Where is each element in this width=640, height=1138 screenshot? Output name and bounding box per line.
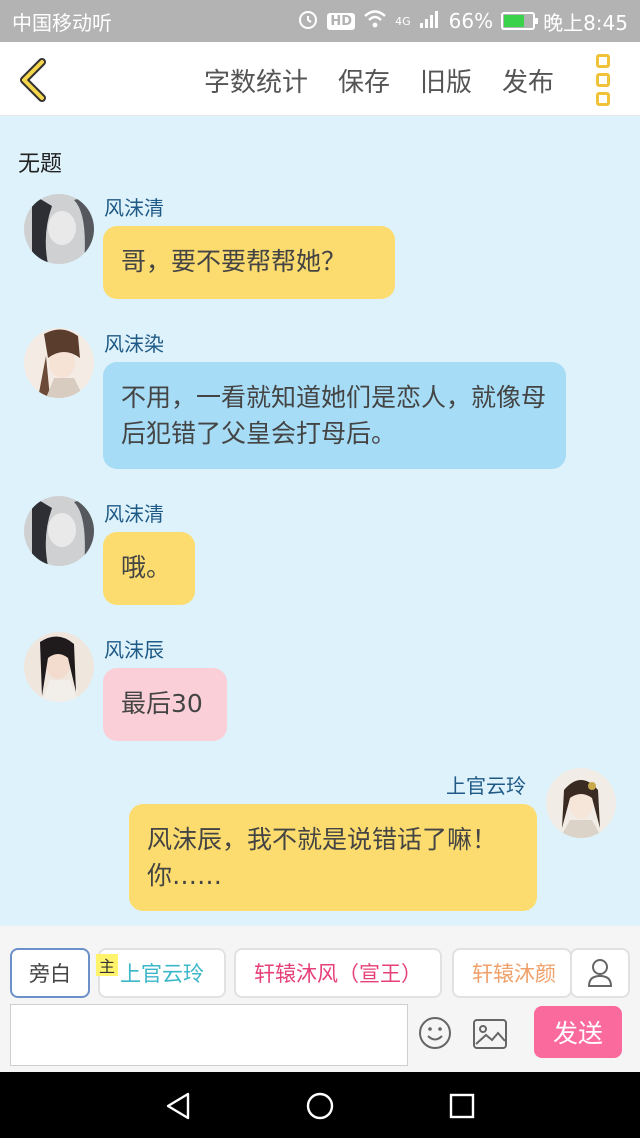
- save-button[interactable]: 保存: [338, 62, 390, 99]
- more-dot-icon: [596, 73, 610, 87]
- alarm-icon: [297, 8, 319, 35]
- image-icon: [473, 1019, 507, 1049]
- avatar[interactable]: [24, 194, 94, 264]
- send-button[interactable]: 发送: [534, 1006, 622, 1058]
- clock: 晚上8:45: [543, 10, 628, 35]
- wifi-icon: [363, 9, 387, 34]
- status-icons: HD 4G 66% 晚上8:45: [297, 7, 628, 36]
- battery-icon: [501, 12, 539, 30]
- composer: 发送: [0, 1000, 640, 1072]
- role-button[interactable]: 轩辕沐颜（: [452, 948, 572, 998]
- message-bubble[interactable]: 风沫辰，我不就是说错话了嘛！你……: [129, 804, 537, 911]
- smiley-icon: [419, 1017, 451, 1049]
- avatar[interactable]: [546, 768, 616, 838]
- speaker-name: 上官云玲: [446, 774, 526, 798]
- message-bubble[interactable]: 最后30: [103, 668, 227, 741]
- nav-home-icon[interactable]: [306, 1092, 334, 1120]
- old-version-button[interactable]: 旧版: [420, 62, 472, 99]
- toolbar-actions: 字数统计 保存 旧版 发布: [204, 62, 554, 99]
- speaker-name: 风沫清: [104, 196, 164, 220]
- battery-percent: 66%: [448, 9, 494, 33]
- more-dot-icon: [596, 92, 610, 106]
- message-bubble[interactable]: 哦。: [103, 532, 195, 605]
- message-bubble[interactable]: 哥，要不要帮帮她？: [103, 226, 395, 299]
- back-button[interactable]: [14, 58, 54, 102]
- carrier-label: 中国移动听: [12, 10, 112, 35]
- network-type: 4G: [395, 14, 411, 28]
- avatar[interactable]: [24, 632, 94, 702]
- system-nav-bar: [0, 1072, 640, 1138]
- message-bubble[interactable]: 不用，一看就知道她们是恋人，就像母后犯错了父皇会打母后。: [103, 362, 566, 469]
- hd-badge: HD: [327, 12, 356, 30]
- publish-button[interactable]: 发布: [502, 62, 554, 99]
- message-input[interactable]: [10, 1004, 408, 1066]
- role-narration-button[interactable]: 旁白: [10, 948, 90, 998]
- emoji-button[interactable]: [418, 1016, 452, 1050]
- top-toolbar: 字数统计 保存 旧版 发布: [0, 42, 640, 116]
- person-icon: [587, 959, 613, 987]
- more-dot-icon: [596, 54, 610, 68]
- nav-back-icon[interactable]: [164, 1092, 192, 1120]
- chat-area[interactable]: 无题 风沫清 哥，要不要帮帮她？ 风沫染 不用，一看就知道她们是恋人，就像母后犯…: [0, 116, 640, 926]
- status-bar: 中国移动听 HD 4G 66% 晚上8:45: [0, 0, 640, 42]
- avatar[interactable]: [24, 496, 94, 566]
- add-role-button[interactable]: [570, 948, 630, 998]
- chevron-left-icon: [20, 58, 46, 102]
- story-title[interactable]: 无题: [18, 146, 62, 178]
- speaker-name: 风沫辰: [104, 638, 164, 662]
- word-count-button[interactable]: 字数统计: [204, 62, 308, 99]
- speaker-name: 风沫染: [104, 332, 164, 356]
- nav-recents-icon[interactable]: [448, 1092, 476, 1120]
- speaker-name: 风沫清: [104, 502, 164, 526]
- role-button[interactable]: 轩辕沐风（宣王）: [234, 948, 442, 998]
- more-menu-button[interactable]: [596, 54, 618, 106]
- image-button[interactable]: [472, 1018, 508, 1050]
- avatar[interactable]: [24, 328, 94, 398]
- main-role-badge: 主: [96, 954, 118, 976]
- signal-icon: [419, 9, 441, 34]
